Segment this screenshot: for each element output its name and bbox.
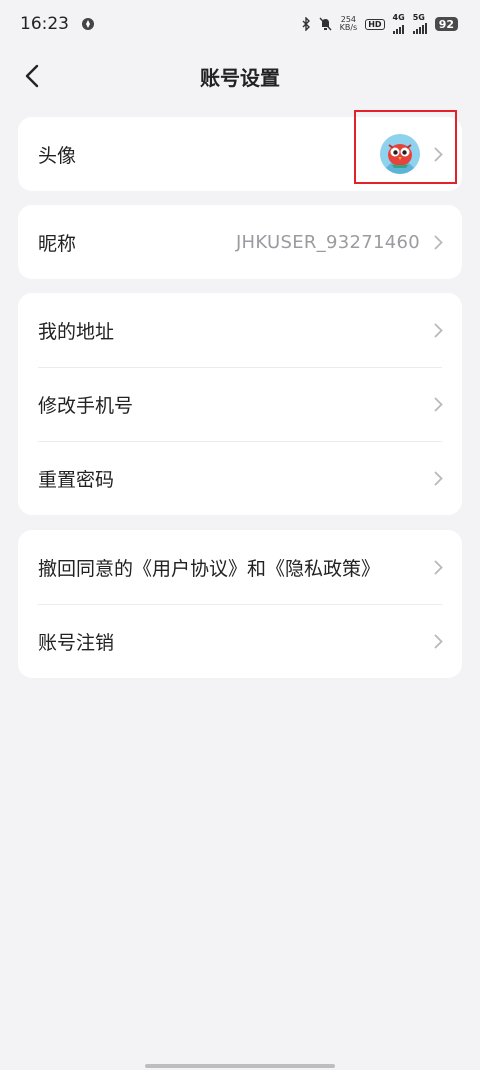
status-time: 16:23 [20,14,69,34]
address-row[interactable]: 我的地址 [18,293,462,367]
revoke-consent-label: 撤回同意的《用户协议》和《隐私政策》 [38,557,381,580]
avatar-row[interactable]: 头像 [18,117,462,191]
chevron-right-icon [432,633,444,649]
nickname-value: JHKUSER_93271460 [235,231,420,253]
owl-avatar-icon [380,134,420,174]
status-bar: 16:23 254 KB/s HD 4G 5G 92 [0,0,480,48]
signal-4g-icon: 4G [392,14,405,34]
account-info-card: 我的地址 修改手机号 重置密码 [18,293,462,515]
mute-bell-icon [319,17,332,31]
bluetooth-icon [301,17,311,31]
cancel-account-label: 账号注销 [38,631,115,654]
page-title: 账号设置 [200,65,280,90]
chevron-right-icon [432,322,444,338]
phone-label: 修改手机号 [38,394,134,417]
chevron-right-icon [432,234,444,250]
phone-row[interactable]: 修改手机号 [18,367,462,441]
chevron-right-icon [432,470,444,486]
avatar-label: 头像 [38,144,77,167]
home-indicator[interactable] [145,1064,335,1068]
nickname-card: 昵称 JHKUSER_93271460 [18,205,462,279]
cancel-account-row[interactable]: 账号注销 [18,604,462,678]
nickname-label: 昵称 [38,232,77,255]
page-header: 账号设置 [0,48,480,104]
password-row[interactable]: 重置密码 [18,441,462,515]
revoke-consent-row[interactable]: 撤回同意的《用户协议》和《隐私政策》 [18,530,462,604]
address-label: 我的地址 [38,320,115,343]
app-notification-icon [81,17,95,31]
chevron-left-icon [25,64,39,88]
chevron-right-icon [432,559,444,575]
hd-badge: HD [365,18,385,30]
avatar-card: 头像 [18,117,462,191]
network-speed: 254 KB/s [339,15,358,32]
chevron-right-icon [432,146,444,162]
nickname-row[interactable]: 昵称 JHKUSER_93271460 [18,205,462,279]
signal-5g-icon: 5G [412,14,427,34]
password-label: 重置密码 [38,468,115,491]
privacy-card: 撤回同意的《用户协议》和《隐私政策》 账号注销 [18,530,462,678]
battery-indicator: 92 [434,17,458,31]
chevron-right-icon [432,396,444,412]
back-button[interactable] [14,58,50,94]
